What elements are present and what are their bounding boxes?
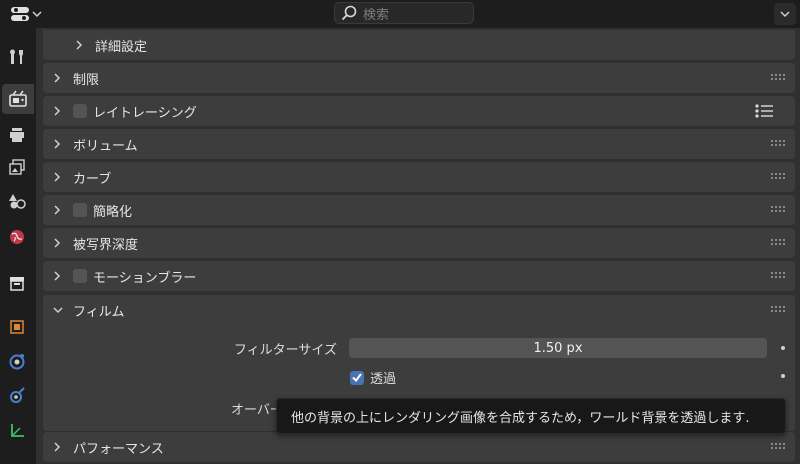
tab-physics[interactable]	[2, 380, 32, 410]
panel-title: 詳細設定	[95, 39, 148, 55]
output-icon	[10, 128, 24, 142]
tab-object[interactable]	[2, 312, 32, 342]
panel-simplify[interactable]: 簡略化	[43, 195, 795, 225]
chevron-right-icon	[53, 205, 73, 215]
chevron-down-icon	[32, 11, 42, 18]
simplify-checkbox[interactable]	[73, 203, 87, 217]
tooltip-text: 他の背景の上にレンダリング画像を合成するため，ワールド背景を透過します.	[291, 410, 750, 426]
properties-editor-icon	[11, 7, 29, 21]
list-presets-icon[interactable]	[755, 104, 773, 118]
chevron-right-icon	[53, 442, 73, 452]
chevron-right-icon	[53, 238, 73, 248]
tab-view-layer[interactable]	[2, 152, 32, 182]
checkmark-icon	[352, 373, 362, 382]
search-icon	[341, 5, 357, 21]
tool-icon	[10, 49, 23, 64]
panel-title: 制限	[73, 72, 100, 88]
panel-title: パフォーマンス	[73, 441, 164, 457]
panel-film[interactable]: フィルム	[43, 295, 795, 325]
tab-modifier[interactable]	[2, 346, 32, 376]
chevron-right-icon	[75, 40, 95, 50]
world-icon	[10, 230, 24, 244]
drag-grip-icon[interactable]	[771, 239, 787, 245]
panel-performance[interactable]: パフォーマンス	[43, 432, 795, 462]
panel-limits[interactable]: 制限	[43, 63, 795, 93]
transparent-label: 透過	[370, 372, 397, 387]
tab-constraints[interactable]	[2, 416, 32, 446]
panel-depth-of-field[interactable]: 被写界深度	[43, 228, 795, 258]
properties-tabs	[0, 28, 34, 464]
panel-title: フィルム	[73, 304, 125, 320]
tab-render[interactable]	[2, 84, 34, 114]
drag-grip-icon[interactable]	[771, 74, 787, 80]
modifier-icon	[9, 354, 25, 370]
properties-header: 検索	[0, 0, 800, 28]
tooltip: 他の背景の上にレンダリング画像を合成するため，ワールド背景を透過します.	[276, 398, 786, 434]
drag-grip-icon[interactable]	[771, 272, 787, 278]
keyframe-dot[interactable]	[781, 346, 785, 350]
panel-raytracing[interactable]: レイトレーシング	[43, 96, 795, 126]
panel-title: ボリューム	[73, 138, 138, 154]
search-input[interactable]: 検索	[334, 2, 474, 24]
panel-advanced[interactable]: 詳細設定	[43, 30, 795, 60]
drag-grip-icon[interactable]	[771, 173, 787, 179]
panel-curves[interactable]: カーブ	[43, 162, 795, 192]
raytracing-checkbox[interactable]	[73, 104, 87, 118]
tab-tool[interactable]	[2, 42, 32, 72]
panel-title: 被写界深度	[73, 237, 139, 253]
tab-scene[interactable]	[2, 186, 32, 216]
view-layer-icon	[9, 159, 25, 175]
panel-title: 簡略化	[93, 204, 133, 220]
editor-type-button[interactable]	[6, 3, 46, 25]
keyframe-dot[interactable]	[781, 374, 785, 378]
scene-icon	[9, 194, 26, 209]
panel-title: レイトレーシング	[93, 105, 197, 121]
transparent-checkbox[interactable]	[350, 370, 364, 385]
drag-grip-icon[interactable]	[771, 306, 787, 312]
tab-collection[interactable]	[2, 268, 32, 298]
render-icon	[9, 90, 27, 107]
drag-grip-icon[interactable]	[771, 140, 787, 146]
filter-size-label: フィルターサイズ	[233, 343, 337, 358]
physics-icon	[10, 387, 25, 403]
panel-volumes[interactable]: ボリューム	[43, 129, 795, 159]
panel-title: カーブ	[73, 171, 112, 187]
search-placeholder: 検索	[363, 7, 390, 23]
constraints-icon	[11, 424, 24, 437]
chevron-right-icon	[53, 172, 73, 182]
tab-output[interactable]	[2, 120, 32, 150]
object-icon	[10, 320, 24, 334]
chevron-right-icon	[53, 73, 73, 83]
options-dropdown-button[interactable]	[774, 3, 796, 25]
transparent-toggle[interactable]: 透過	[350, 368, 396, 387]
panel-motion-blur[interactable]: モーションブラー	[43, 261, 795, 291]
drag-grip-icon[interactable]	[771, 206, 787, 212]
drag-grip-icon[interactable]	[771, 443, 787, 449]
chevron-down-icon	[780, 11, 790, 18]
filter-size-field[interactable]: 1.50 px	[349, 338, 767, 358]
panel-title: モーションブラー	[93, 270, 197, 286]
chevron-right-icon	[53, 106, 73, 116]
chevron-right-icon	[53, 271, 73, 281]
tab-world[interactable]	[2, 222, 32, 252]
chevron-down-icon	[53, 306, 73, 314]
collection-icon	[10, 277, 24, 291]
chevron-right-icon	[53, 139, 73, 149]
motion-blur-checkbox[interactable]	[73, 269, 87, 283]
